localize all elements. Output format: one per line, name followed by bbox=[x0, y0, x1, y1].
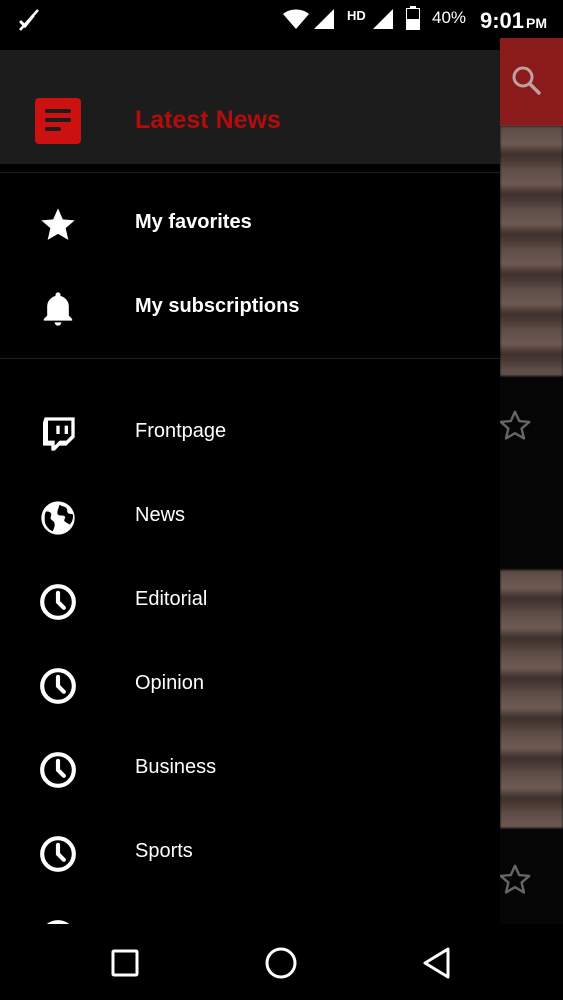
nav-label: Editorial bbox=[135, 588, 208, 610]
favorite-star-icon[interactable] bbox=[497, 408, 533, 444]
cell-signal-icon bbox=[373, 9, 393, 29]
clock-icon bbox=[40, 752, 76, 788]
back-icon[interactable] bbox=[420, 946, 454, 980]
battery-percent: 40% bbox=[432, 8, 467, 27]
app-title: Latest News bbox=[135, 106, 281, 134]
favorite-star-icon[interactable] bbox=[497, 862, 533, 898]
star-icon bbox=[41, 208, 75, 240]
twitch-icon bbox=[43, 417, 75, 451]
nav-item-my-favorites[interactable]: My favorites bbox=[0, 183, 500, 267]
home-icon[interactable] bbox=[264, 946, 298, 980]
article-thumbnail[interactable] bbox=[500, 126, 563, 376]
app-logo-icon bbox=[35, 98, 81, 144]
nav-item-opinion[interactable]: Opinion bbox=[0, 644, 500, 728]
clock-ampm: PM bbox=[526, 15, 548, 31]
article-thumbnail[interactable] bbox=[500, 570, 563, 828]
recents-icon[interactable] bbox=[110, 948, 140, 978]
network-type-label: HD bbox=[347, 8, 366, 23]
nav-item-business[interactable]: Business bbox=[0, 728, 500, 812]
nav-item-partial[interactable] bbox=[0, 896, 500, 924]
clock-icon bbox=[40, 668, 76, 704]
nav-label: Sports bbox=[135, 840, 193, 862]
divider bbox=[0, 358, 500, 359]
nav-item-news[interactable]: News bbox=[0, 476, 500, 560]
clock-time: 9:01 bbox=[480, 8, 525, 33]
no-notifications-icon bbox=[19, 9, 39, 31]
nav-label: Business bbox=[135, 756, 217, 778]
nav-item-my-subscriptions[interactable]: My subscriptions bbox=[0, 267, 500, 351]
bell-icon bbox=[43, 292, 73, 326]
system-navigation-bar bbox=[0, 924, 563, 1000]
nav-label: My favorites bbox=[135, 211, 252, 233]
nav-label: News bbox=[135, 504, 186, 526]
search-icon[interactable] bbox=[510, 64, 542, 96]
clock-icon bbox=[40, 836, 76, 872]
drawer-header: Latest News bbox=[0, 50, 500, 164]
nav-item-frontpage[interactable]: Frontpage bbox=[0, 392, 500, 476]
globe-icon bbox=[41, 501, 75, 535]
clock-icon bbox=[40, 584, 76, 620]
status-bar: HD 40% 9:01 PM bbox=[0, 0, 563, 38]
divider bbox=[0, 172, 500, 173]
navigation-drawer: Latest News My favorites My subscription… bbox=[0, 38, 500, 924]
nav-label: Frontpage bbox=[135, 420, 227, 442]
cell-signal-icon bbox=[314, 9, 334, 29]
nav-item-sports[interactable]: Sports bbox=[0, 812, 500, 896]
nav-label: Opinion bbox=[135, 672, 204, 694]
wifi-icon bbox=[283, 9, 309, 29]
nav-label: My subscriptions bbox=[135, 295, 300, 317]
clock: 9:01 PM bbox=[480, 8, 547, 34]
nav-item-editorial[interactable]: Editorial bbox=[0, 560, 500, 644]
battery-icon bbox=[406, 6, 420, 30]
